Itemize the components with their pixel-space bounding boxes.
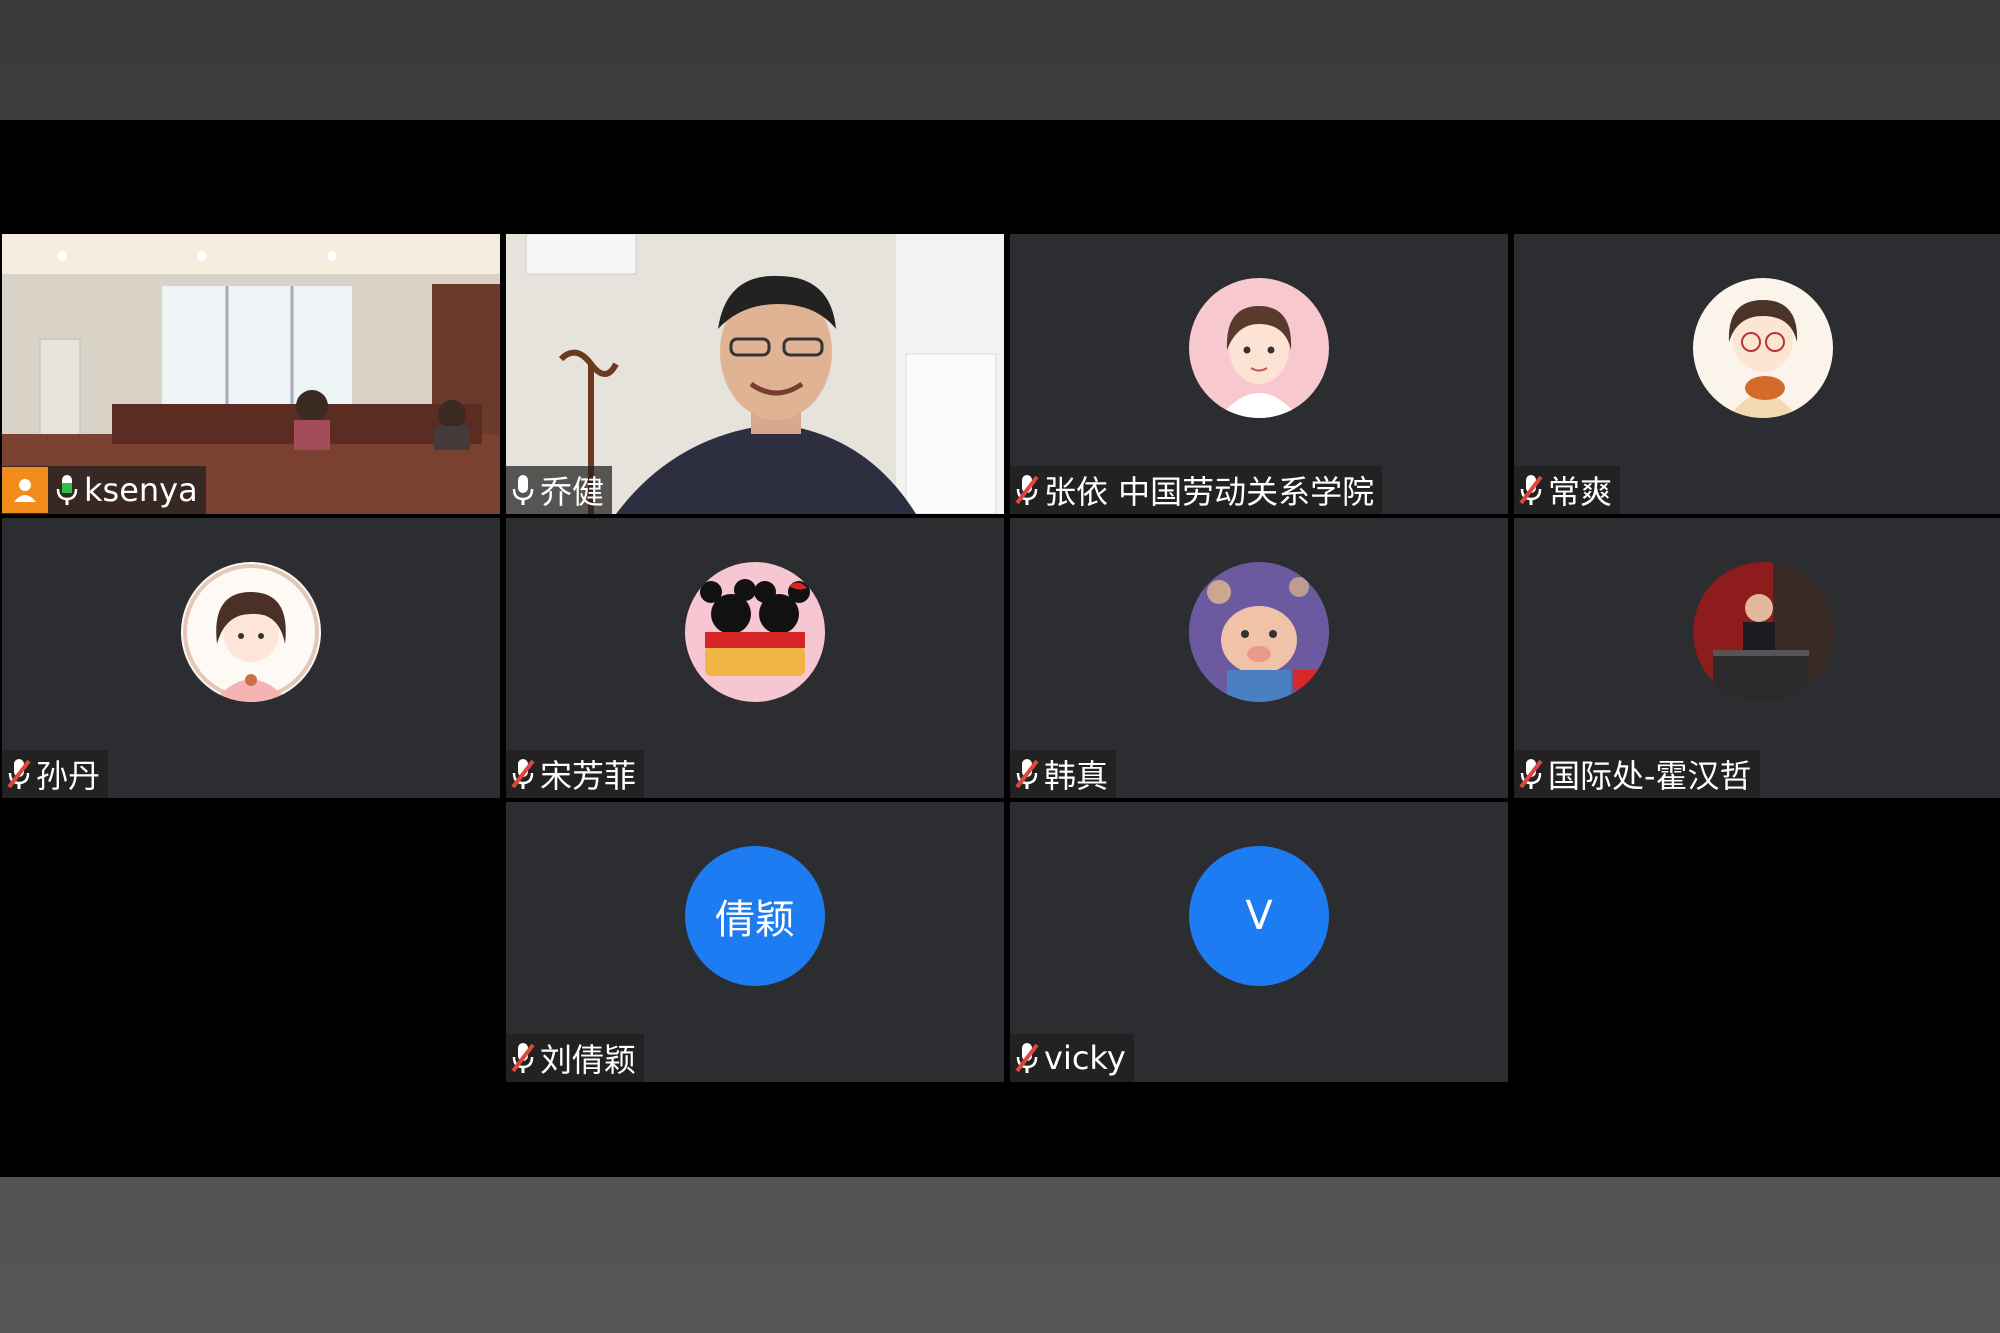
participant-tile-sundan[interactable]: 孙丹 (2, 518, 500, 798)
participant-tile-vicky[interactable]: V vicky (1010, 802, 1508, 1082)
profile-avatar (1693, 278, 1833, 418)
participant-label: 孙丹 (2, 750, 109, 798)
participant-name: vicky (1044, 1039, 1126, 1077)
participant-label: vicky (1010, 1034, 1134, 1082)
participant-name: 宋芳菲 (540, 757, 637, 795)
participant-tile-zhangyi[interactable]: 张依 中国劳动关系学院 (1010, 234, 1508, 514)
participant-name: 国际处-霍汉哲 (1548, 757, 1752, 795)
participant-name: 孙丹 (36, 757, 101, 795)
microphone-muted-icon (511, 1041, 535, 1075)
initials-avatar: 倩颖 (685, 846, 825, 986)
participant-label: ksenya (2, 466, 206, 514)
participant-tile-songfangfei[interactable]: 宋芳菲 (506, 518, 1004, 798)
participant-label: 宋芳菲 (506, 750, 645, 798)
profile-avatar (181, 562, 321, 702)
participant-name: 张依 中国劳动关系学院 (1044, 473, 1375, 511)
profile-avatar (1189, 278, 1329, 418)
microphone-muted-icon (1015, 757, 1039, 791)
participant-tile-changshuang[interactable]: 常爽 (1514, 234, 2000, 514)
microphone-muted-icon (1015, 1041, 1039, 1075)
participant-name: ksenya (84, 471, 198, 509)
participant-label: 韩真 (1010, 750, 1117, 798)
microphone-muted-icon (1015, 473, 1039, 507)
microphone-on-icon (512, 473, 534, 507)
profile-avatar (1189, 562, 1329, 702)
participant-label: 刘倩颖 (506, 1034, 645, 1082)
participant-label: 乔健 (506, 466, 613, 514)
participant-tile-hanzhen[interactable]: 韩真 (1010, 518, 1508, 798)
participant-label: 国际处-霍汉哲 (1514, 750, 1760, 798)
microphone-muted-icon (511, 757, 535, 791)
participant-tile-liuqianying[interactable]: 倩颖 刘倩颖 (506, 802, 1004, 1082)
profile-avatar (1693, 562, 1833, 702)
participant-tile-huohanzhe[interactable]: 国际处-霍汉哲 (1514, 518, 2000, 798)
participant-tile-ksenya[interactable]: ksenya (2, 234, 500, 514)
participant-name: 乔健 (540, 473, 605, 511)
participant-label: 常爽 (1514, 466, 1621, 514)
participant-name: 韩真 (1044, 757, 1109, 795)
participant-name: 刘倩颖 (540, 1041, 637, 1079)
host-icon (2, 467, 48, 513)
microphone-muted-icon (1519, 473, 1543, 507)
participant-tile-qiaojian[interactable]: 乔健 (506, 234, 1004, 514)
profile-avatar (685, 562, 825, 702)
microphone-on-icon (56, 473, 78, 507)
participant-label: 张依 中国劳动关系学院 (1010, 466, 1383, 514)
video-grid: ksenya 乔健 张依 中国劳动关系学院 常爽 孙丹 宋芳菲 韩真 国际处-霍… (0, 120, 2000, 1177)
microphone-muted-icon (7, 757, 31, 791)
microphone-muted-icon (1519, 757, 1543, 791)
participant-name: 常爽 (1548, 473, 1613, 511)
initials-avatar: V (1189, 846, 1329, 986)
